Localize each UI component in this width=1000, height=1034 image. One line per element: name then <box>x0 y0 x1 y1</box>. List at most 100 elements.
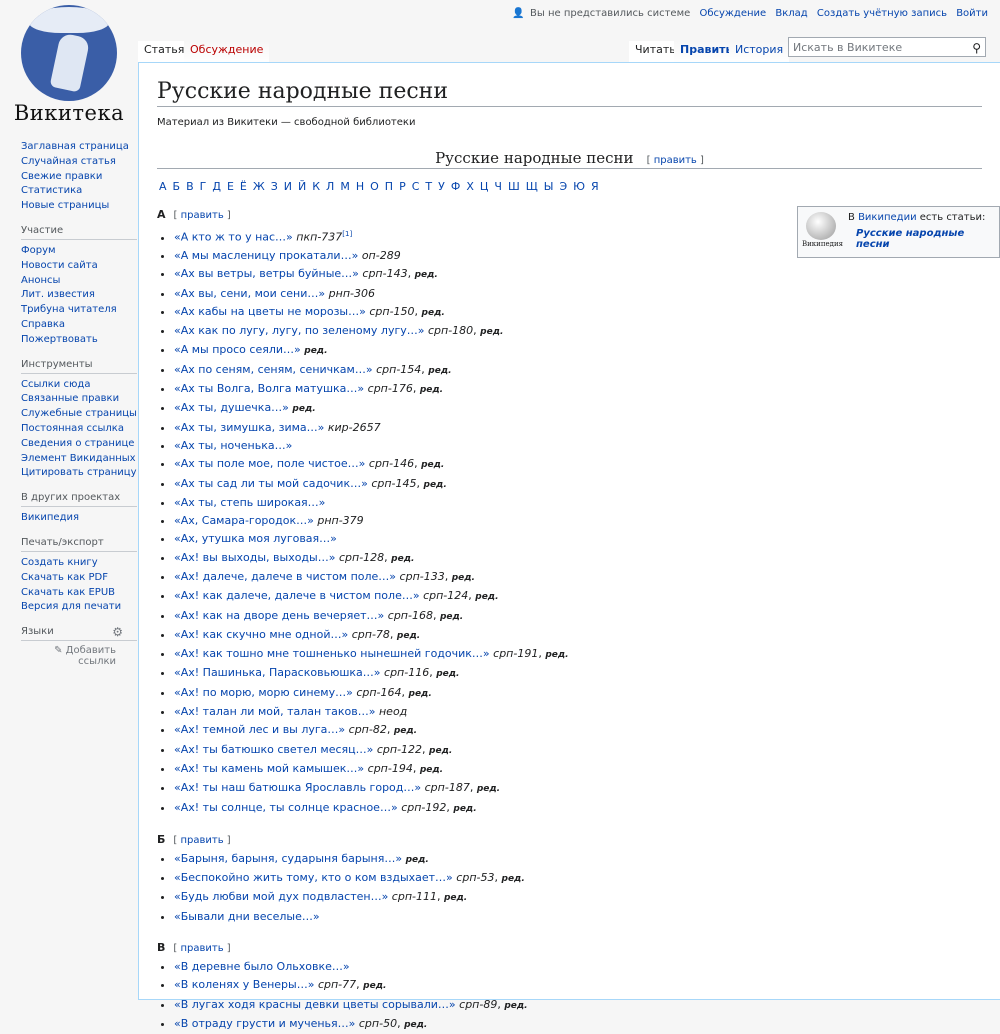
sidebar-nav-item[interactable]: Новые страницы <box>21 199 137 214</box>
sidebar-print-item[interactable]: Скачать как EPUB <box>21 586 137 601</box>
sidebar-nav-item[interactable]: Случайная статья <box>21 155 137 170</box>
song-link[interactable]: «В отраду грусти и мученья…» <box>174 1017 355 1030</box>
sidebar-nav-item[interactable]: Заглавная страница <box>21 140 137 155</box>
alphabet-letter-link[interactable]: Ы <box>544 180 554 193</box>
sidebar-nav-item[interactable]: Свежие правки <box>21 170 137 185</box>
alphabet-letter-link[interactable]: Г <box>200 180 207 193</box>
alphabet-letter-link[interactable]: Ц <box>480 180 489 193</box>
sidebar-tools-item[interactable]: Сведения о странице <box>21 437 137 452</box>
song-link[interactable]: «Ах! как далече, далече в чистом поле…» <box>174 589 420 602</box>
song-link[interactable]: «В деревне было Ольховке…» <box>174 960 350 973</box>
alphabet-letter-link[interactable]: А <box>159 180 167 193</box>
alphabet-letter-link[interactable]: З <box>271 180 278 193</box>
sidebar-tools-item[interactable]: Ссылки сюда <box>21 378 137 393</box>
alphabet-letter-link[interactable]: Е <box>227 180 234 193</box>
alphabet-letter-link[interactable]: Л <box>326 180 334 193</box>
song-link[interactable]: «Ах! по морю, морю синему…» <box>174 686 353 699</box>
site-logo[interactable]: Викитека <box>0 0 138 135</box>
sidebar-projects-item[interactable]: Википедия <box>21 511 137 526</box>
alphabet-letter-link[interactable]: Б <box>173 180 181 193</box>
song-link[interactable]: «Ах! ты наш батюшка Ярославль город…» <box>174 781 421 794</box>
song-link[interactable]: «Будь любви мой дух подвластен…» <box>174 890 388 903</box>
sidebar-tools-item[interactable]: Служебные страницы <box>21 407 137 422</box>
sidebar-participation-item[interactable]: Трибуна читателя <box>21 303 137 318</box>
add-links-link[interactable]: ✎ Добавить ссылки <box>21 645 137 667</box>
tab-history[interactable]: История <box>729 41 790 63</box>
sidebar-print-item[interactable]: Версия для печати <box>21 600 137 615</box>
sidebar-tools-item[interactable]: Постоянная ссылка <box>21 422 137 437</box>
alphabet-letter-link[interactable]: М <box>340 180 350 193</box>
sidebar-tools-item[interactable]: Цитировать страницу <box>21 466 137 481</box>
alphabet-letter-link[interactable]: Ж <box>253 180 265 193</box>
alphabet-letter-link[interactable]: И <box>284 180 292 193</box>
alphabet-letter-link[interactable]: У <box>438 180 445 193</box>
tab-talk[interactable]: Обсуждение <box>184 41 270 63</box>
alphabet-letter-link[interactable]: Й <box>298 180 306 193</box>
song-link[interactable]: «Ах ты сад ли ты мой садочик…» <box>174 477 368 490</box>
section-edit-link[interactable]: править <box>181 210 224 221</box>
alphabet-letter-link[interactable]: Э <box>559 180 567 193</box>
sidebar-participation-item[interactable]: Анонсы <box>21 274 137 289</box>
alphabet-letter-link[interactable]: О <box>370 180 379 193</box>
sidebar-participation-item[interactable]: Пожертвовать <box>21 333 137 348</box>
song-link[interactable]: «Барыня, барыня, сударыня барыня…» <box>174 852 402 865</box>
alphabet-letter-link[interactable]: Я <box>591 180 599 193</box>
song-link[interactable]: «В коленях у Венеры…» <box>174 978 314 991</box>
song-link[interactable]: «Бывали дни веселые…» <box>174 910 320 923</box>
song-link[interactable]: «А мы просо сеяли…» <box>174 343 301 356</box>
song-link[interactable]: «Ах! талан ли мой, талан таков…» <box>174 705 375 718</box>
alphabet-letter-link[interactable]: Н <box>356 180 364 193</box>
sidebar-print-item[interactable]: Создать книгу <box>21 556 137 571</box>
song-link[interactable]: «Ах! ты солнце, ты солнце красное…» <box>174 801 398 814</box>
alphabet-letter-link[interactable]: К <box>312 180 320 193</box>
alphabet-letter-link[interactable]: Ч <box>494 180 502 193</box>
alphabet-letter-link[interactable]: Д <box>212 180 221 193</box>
song-link[interactable]: «Ах! Пашинька, Парасковьюшка…» <box>174 666 381 679</box>
header-edit-link[interactable]: править <box>654 155 697 166</box>
alphabet-letter-link[interactable]: Щ <box>526 180 538 193</box>
song-link[interactable]: «Ах ты, ноченька…» <box>174 439 292 452</box>
alphabet-letter-link[interactable]: Т <box>425 180 432 193</box>
song-link[interactable]: «Ах! ты батюшко светел месяц…» <box>174 743 373 756</box>
song-link[interactable]: «Ах ты, зимушка, зима…» <box>174 421 324 434</box>
song-link[interactable]: «Ах, Самара-городок…» <box>174 514 314 527</box>
login-link[interactable]: Войти <box>956 8 988 19</box>
song-link[interactable]: «Ах ты Волга, Волга матушка…» <box>174 382 364 395</box>
sidebar-tools-item[interactable]: Элемент Викиданных <box>21 452 137 467</box>
song-link[interactable]: «Ах! как скучно мне одной…» <box>174 628 348 641</box>
alphabet-letter-link[interactable]: Ю <box>573 180 585 193</box>
song-link[interactable]: «Ах! вы выходы, выходы…» <box>174 551 335 564</box>
talk-link[interactable]: Обсуждение <box>699 8 766 19</box>
alphabet-letter-link[interactable]: П <box>385 180 393 193</box>
song-link[interactable]: «Ах как по лугу, лугу, по зеленому лугу…… <box>174 324 424 337</box>
search-icon[interactable]: ⚲ <box>972 38 981 58</box>
sidebar-participation-item[interactable]: Справка <box>21 318 137 333</box>
sidebar-print-item[interactable]: Скачать как PDF <box>21 571 137 586</box>
song-link[interactable]: «Ах ты, душечка…» <box>174 401 289 414</box>
song-link[interactable]: «Ах вы ветры, ветры буйные…» <box>174 267 359 280</box>
song-link[interactable]: «А мы масленицу прокатали…» <box>174 249 358 262</box>
song-link[interactable]: «Беспокойно жить тому, кто о ком вздыхае… <box>174 871 453 884</box>
alphabet-letter-link[interactable]: Ш <box>508 180 520 193</box>
alphabet-letter-link[interactable]: Ф <box>451 180 460 193</box>
search-input[interactable]: Искать в Викитеке ⚲ <box>788 37 986 57</box>
song-link[interactable]: «Ах! как на дворе день вечеряет…» <box>174 609 384 622</box>
wikibox-article-link[interactable]: Русские народные песни <box>856 228 999 250</box>
alphabet-letter-link[interactable]: Р <box>399 180 406 193</box>
alphabet-letter-link[interactable]: В <box>186 180 194 193</box>
section-edit-link[interactable]: править <box>180 835 223 846</box>
song-link[interactable]: «Ах кабы на цветы не морозы…» <box>174 305 366 318</box>
sidebar-nav-item[interactable]: Статистика <box>21 184 137 199</box>
song-link[interactable]: «Ах ты, степь широкая…» <box>174 496 325 509</box>
song-link[interactable]: «А кто ж то у нас…» <box>174 231 293 244</box>
song-link[interactable]: «Ах! темной лес и вы луга…» <box>174 723 345 736</box>
sidebar-participation-item[interactable]: Форум <box>21 244 137 259</box>
create-account-link[interactable]: Создать учётную запись <box>817 8 947 19</box>
alphabet-letter-link[interactable]: Х <box>466 180 474 193</box>
song-link[interactable]: «Ах, утушка моя луговая…» <box>174 532 337 545</box>
tab-article[interactable]: Статья <box>138 41 191 63</box>
sidebar-participation-item[interactable]: Лит. известия <box>21 288 137 303</box>
sidebar-participation-item[interactable]: Новости сайта <box>21 259 137 274</box>
song-link[interactable]: «Ах вы, сени, мои сени…» <box>174 287 325 300</box>
song-link[interactable]: «Ах! далече, далече в чистом поле…» <box>174 570 396 583</box>
